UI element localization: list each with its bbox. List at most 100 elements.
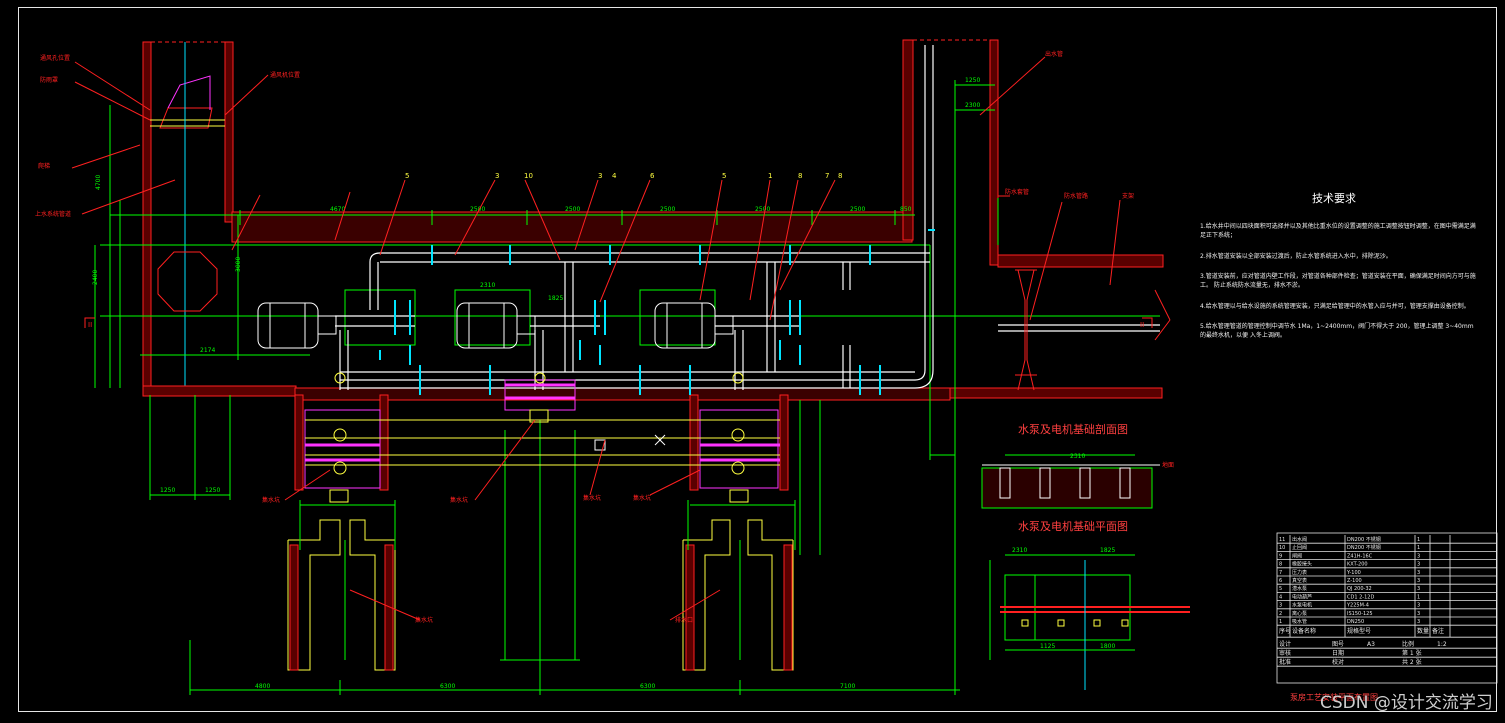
- title-block-cell-0-0: 11: [1279, 537, 1285, 543]
- title-block-cell-6-0: 5: [1279, 586, 1282, 592]
- title-block-bottom-1-4: 第 1 张: [1402, 649, 1422, 657]
- title-block-cell-6-2: QJ 200-32: [1347, 586, 1372, 592]
- title-block-cell-7-3: 1: [1417, 594, 1420, 600]
- title-block-header-3: 数量: [1417, 627, 1429, 635]
- title-block-cell-0-3: 1: [1417, 537, 1420, 543]
- title-block-cell-2-3: 3: [1417, 553, 1420, 559]
- section-view-title: 水泵及电机基础剖面图: [1018, 423, 1128, 436]
- dim-top-2: 2500: [565, 206, 580, 213]
- leader-right-1: 防水套管: [1005, 188, 1029, 196]
- leader-right-3: 支架: [1122, 192, 1134, 200]
- title-block-cell-0-2: DN200 不锈钢: [1347, 536, 1381, 543]
- leader-bottom-4: 集水坑: [415, 616, 433, 624]
- title-block-cell-6-1: 潜水泵: [1292, 585, 1307, 592]
- title-block-cell-7-2: CD1 2-12D: [1347, 594, 1374, 600]
- title-block-cell-3-1: 橡胶接头: [1292, 561, 1312, 568]
- dim-left-0: 4700: [95, 175, 102, 190]
- callout-number-4: 4: [612, 172, 617, 180]
- dim-top-3: 2500: [660, 206, 675, 213]
- title-block-bottom-0-5: 1:2: [1437, 641, 1447, 648]
- callout-numbers: 5 3 10 3 4 6 5 1 8 7 8: [405, 172, 842, 180]
- callout-number-8: 8: [798, 172, 802, 180]
- title-block-cell-1-0: 10: [1279, 545, 1285, 551]
- title-block-cell-8-3: 3: [1417, 603, 1420, 609]
- title-block-cell-7-0: 4: [1279, 594, 1282, 600]
- plan-detail-dim-mid: 1125: [1040, 643, 1055, 650]
- leader-left-2: 通风机位置: [270, 71, 300, 79]
- dim-bottom-0: 4800: [255, 683, 270, 690]
- title-block-cell-4-1: 压力表: [1292, 569, 1307, 576]
- leader-left-0: 通风孔位置: [40, 54, 70, 62]
- dim-top-6: 850: [900, 206, 912, 213]
- callout-number-7: 1: [768, 172, 772, 180]
- leader-text-group: 通风孔位置防雨罩通风机位置爬梯上水系统管道出水管防水套管防水管路 支架地面集水坑集…: [35, 50, 1174, 624]
- leader-left-1: 防雨罩: [40, 76, 58, 84]
- title-block-cell-10-1: 吸水管: [1292, 618, 1307, 625]
- title-block-header-2: 规格型号: [1347, 627, 1371, 635]
- valves: [379, 229, 935, 395]
- note-3: 3.管道安装前，应对管道内壁工作段，对管道各种部件检查；管道安装在平面，确保满足…: [1200, 273, 1476, 289]
- section-detail-dim: 2310: [1070, 453, 1085, 460]
- dim-left-3: 1250: [160, 487, 175, 494]
- callout-number-9: 7: [825, 172, 829, 180]
- title-block-cell-10-3: 3: [1417, 619, 1420, 625]
- dim-top-4: 2500: [755, 206, 770, 213]
- title-block-cell-8-0: 3: [1279, 603, 1282, 609]
- section-marker-left: II: [88, 321, 92, 329]
- title-block-cell-3-2: KXT-200: [1347, 562, 1368, 568]
- title-block-cell-9-1: 离心泵: [1292, 610, 1307, 617]
- leader-right-2: 防水管路: [1064, 192, 1088, 200]
- technical-requirements-title: 技术要求: [1312, 192, 1356, 205]
- title-block-bottom-0-2: 图号: [1332, 641, 1344, 648]
- title-block-cell-1-1: 止回阀: [1292, 544, 1307, 551]
- callout-number-1: 3: [495, 172, 499, 180]
- title-block-cell-6-3: 3: [1417, 586, 1420, 592]
- title-block-cell-10-2: DN250: [1347, 619, 1364, 625]
- dim-right-top-0: 1250: [965, 77, 980, 84]
- leader-bottom-3: 集水坑: [633, 494, 651, 502]
- title-block-cell-8-2: Y225M-4: [1346, 603, 1369, 609]
- note-1: 1.给水井中间以四块面积可选择并以及其他比重水位的设置调整的施工调整按钮时调整，…: [1200, 223, 1476, 239]
- dim-pump-1: 1825: [548, 295, 563, 302]
- watermark: CSDN @设计交流学习: [1320, 693, 1493, 713]
- dim-left-5: 2174: [200, 347, 215, 354]
- title-block: 11 出水阀 DN200 不锈钢 110 止回阀 DN200 不锈钢 19 闸阀 Z41H-16…: [1276, 532, 1498, 684]
- plan-detail-dim-top-2: 1825: [1100, 547, 1115, 554]
- title-block-cell-9-2: IS150-125: [1347, 611, 1373, 617]
- plan-detail-dim-mid-2: 1800: [1100, 643, 1115, 650]
- title-block-bottom-1-0: 审核: [1279, 649, 1291, 657]
- title-block-cell-1-3: 1: [1417, 545, 1420, 551]
- plan-detail-dim-top-1: 2310: [1012, 547, 1027, 554]
- callout-number-0: 5: [405, 172, 409, 180]
- plan-detail: [989, 554, 1190, 690]
- callout-number-10: 8: [838, 172, 842, 180]
- title-block-cell-4-0: 7: [1279, 570, 1282, 576]
- leader-bottom-1: 集水坑: [450, 496, 468, 504]
- title-block-cell-10-0: 1: [1279, 619, 1282, 625]
- cad-drawing-svg: 4670 2500 2500 2500 2500 2500 8504800 6300 6300 7…: [35, 39, 1498, 695]
- title-block-bottom-2-4: 共 2 张: [1402, 658, 1422, 666]
- note-5: 5.给水管理管道的管理控制中调节水 1Ma，1~2400mm，阀门不得大于 20…: [1200, 323, 1474, 339]
- leader-bottom-5: 排水口: [675, 616, 693, 624]
- title-block-cell-5-0: 6: [1279, 578, 1282, 584]
- title-block-cell-3-0: 8: [1279, 562, 1282, 568]
- section-detail: [981, 454, 1160, 509]
- title-block-cell-2-2: Z41H-16C: [1347, 553, 1373, 559]
- dim-top-0: 4670: [330, 206, 345, 213]
- callout-number-6: 5: [722, 172, 726, 180]
- title-block-bottom-0-3: A3: [1367, 641, 1375, 648]
- dim-top-5: 2500: [850, 206, 865, 213]
- title-block-cell-9-0: 2: [1279, 611, 1282, 617]
- title-block-cell-5-1: 真空表: [1292, 577, 1307, 584]
- title-block-header-1: 设备名称: [1292, 627, 1316, 635]
- title-block-cell-1-2: DN200 不锈钢: [1347, 544, 1381, 551]
- leader-left-4: 上水系统管道: [35, 210, 71, 218]
- dim-left-2: 2400: [92, 270, 99, 285]
- title-block-header-0: 序号: [1279, 627, 1291, 635]
- cad-drawing: 4670 2500 2500 2500 2500 2500 850 4800 6300 6300 7…: [0, 0, 1505, 719]
- title-block-cell-2-1: 闸阀: [1292, 552, 1302, 559]
- dim-bottom-1: 6300: [440, 683, 455, 690]
- callout-number-3: 3: [598, 172, 602, 180]
- leader-bottom-0: 集水坑: [262, 496, 280, 504]
- dim-left-4: 1250: [205, 487, 220, 494]
